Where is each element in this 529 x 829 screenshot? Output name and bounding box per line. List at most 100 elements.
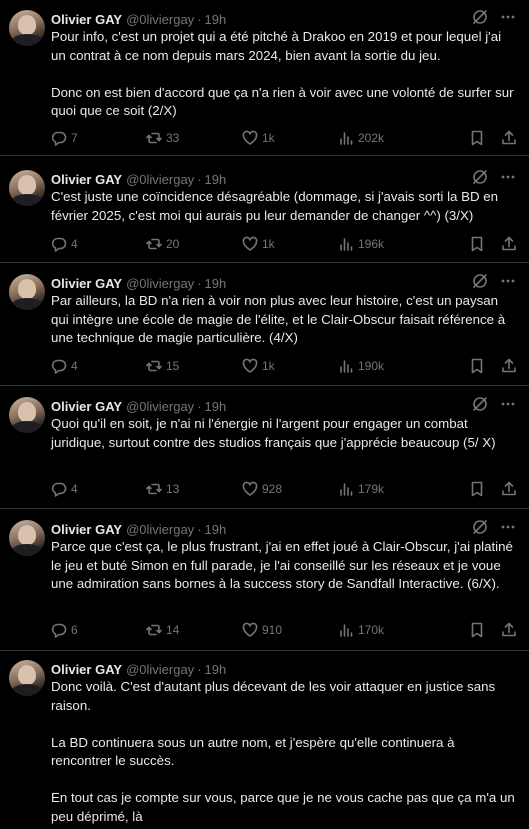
like-button[interactable]: 1k bbox=[242, 236, 338, 252]
avatar[interactable] bbox=[9, 520, 45, 556]
right-actions bbox=[453, 358, 517, 374]
grok-icon[interactable] bbox=[471, 168, 489, 186]
retweet-button[interactable]: 20 bbox=[146, 236, 242, 252]
reply-button[interactable]: 4 bbox=[51, 358, 146, 374]
share-icon[interactable] bbox=[501, 358, 517, 374]
like-button[interactable]: 1k bbox=[242, 358, 338, 374]
separator-dot: · bbox=[197, 398, 202, 414]
author-name[interactable]: Olivier GAY bbox=[51, 399, 122, 414]
divider bbox=[0, 385, 529, 386]
share-icon[interactable] bbox=[501, 481, 517, 497]
right-actions bbox=[453, 236, 517, 252]
author-name[interactable]: Olivier GAY bbox=[51, 662, 122, 677]
retweet-icon bbox=[146, 483, 162, 495]
reply-button[interactable]: 7 bbox=[51, 130, 146, 146]
tweet[interactable]: Olivier GAY @0livier­gay · 19h Pour info… bbox=[0, 0, 529, 154]
retweet-button[interactable]: 13 bbox=[146, 481, 242, 497]
bookmark-icon[interactable] bbox=[469, 130, 485, 146]
retweet-button[interactable]: 14 bbox=[146, 622, 242, 638]
retweet-button[interactable]: 15 bbox=[146, 358, 242, 374]
like-button[interactable]: 1k bbox=[242, 130, 338, 146]
avatar[interactable] bbox=[9, 397, 45, 433]
tweet[interactable]: Olivier GAY @0livier­gay · 19h Quoi qu'i… bbox=[0, 387, 529, 507]
separator-dot: · bbox=[197, 11, 202, 27]
tweet[interactable]: Olivier GAY @0livier­gay · 19h Par aille… bbox=[0, 264, 529, 384]
action-bar: 4 20 1k 196k bbox=[51, 234, 517, 254]
tweet-header: Olivier GAY @0livier­gay · 19h bbox=[51, 10, 226, 28]
timestamp[interactable]: 19h bbox=[205, 12, 227, 27]
divider bbox=[0, 155, 529, 156]
retweet-button[interactable]: 33 bbox=[146, 130, 242, 146]
tweet-paragraph: Par ailleurs, la BD n'a rien à voir non … bbox=[51, 293, 506, 345]
author-name[interactable]: Olivier GAY bbox=[51, 172, 122, 187]
tweet-text: Par ailleurs, la BD n'a rien à voir non … bbox=[51, 292, 517, 348]
like-button[interactable]: 928 bbox=[242, 481, 338, 497]
tweet-paragraph: Quoi qu'il en soit, je n'ai ni l'énergie… bbox=[51, 416, 496, 450]
tweet[interactable]: Olivier GAY @0livier­gay · 19h Parce que… bbox=[0, 510, 529, 650]
reply-count: 7 bbox=[71, 131, 78, 145]
tweet[interactable]: Olivier GAY @0livier­gay · 19h C'est jus… bbox=[0, 160, 529, 260]
reply-button[interactable]: 4 bbox=[51, 236, 146, 252]
views-button[interactable]: 202k bbox=[338, 130, 445, 146]
reply-button[interactable]: 6 bbox=[51, 622, 146, 638]
timestamp[interactable]: 19h bbox=[205, 662, 227, 677]
more-icon[interactable] bbox=[499, 272, 517, 290]
right-actions bbox=[453, 622, 517, 638]
reply-button[interactable]: 4 bbox=[51, 481, 146, 497]
author-handle[interactable]: @0livier­gay bbox=[126, 522, 194, 537]
tweet-paragraph: Donc voilà. C'est d'autant plus décevant… bbox=[51, 679, 496, 713]
views-button[interactable]: 179k bbox=[338, 481, 445, 497]
views-icon bbox=[340, 238, 353, 251]
avatar[interactable] bbox=[9, 274, 45, 310]
heart-icon bbox=[242, 481, 258, 496]
share-icon[interactable] bbox=[501, 622, 517, 638]
bookmark-icon[interactable] bbox=[469, 481, 485, 497]
bookmark-icon[interactable] bbox=[469, 622, 485, 638]
bookmark-icon[interactable] bbox=[469, 358, 485, 374]
like-button[interactable]: 910 bbox=[242, 622, 338, 638]
tweet[interactable]: Olivier GAY @0livier­gay · 19h Donc voil… bbox=[0, 650, 529, 829]
author-name[interactable]: Olivier GAY bbox=[51, 276, 122, 291]
separator-dot: · bbox=[197, 275, 202, 291]
share-icon[interactable] bbox=[501, 236, 517, 252]
share-icon[interactable] bbox=[501, 130, 517, 146]
retweet-icon bbox=[146, 360, 162, 372]
bookmark-icon[interactable] bbox=[469, 236, 485, 252]
tweet-header: Olivier GAY @0livier­gay · 19h bbox=[51, 520, 226, 538]
timestamp[interactable]: 19h bbox=[205, 276, 227, 291]
views-button[interactable]: 170k bbox=[338, 622, 445, 638]
author-handle[interactable]: @0livier­gay bbox=[126, 662, 194, 677]
author-handle[interactable]: @0livier­gay bbox=[126, 12, 194, 27]
author-name[interactable]: Olivier GAY bbox=[51, 12, 122, 27]
separator-dot: · bbox=[197, 661, 202, 677]
author-handle[interactable]: @0livier­gay bbox=[126, 399, 194, 414]
views-button[interactable]: 190k bbox=[338, 358, 445, 374]
reply-icon bbox=[51, 623, 67, 638]
reply-icon bbox=[51, 359, 67, 374]
more-icon[interactable] bbox=[499, 168, 517, 186]
view-count: 179k bbox=[358, 482, 385, 496]
more-icon[interactable] bbox=[499, 518, 517, 536]
avatar[interactable] bbox=[9, 10, 45, 46]
more-icon[interactable] bbox=[499, 8, 517, 26]
timestamp[interactable]: 19h bbox=[205, 399, 227, 414]
reply-icon bbox=[51, 237, 67, 252]
avatar[interactable] bbox=[9, 170, 45, 206]
timestamp[interactable]: 19h bbox=[205, 522, 227, 537]
like-count: 1k bbox=[262, 131, 275, 145]
grok-icon[interactable] bbox=[471, 395, 489, 413]
like-count: 928 bbox=[262, 482, 283, 496]
avatar[interactable] bbox=[9, 660, 45, 696]
author-handle[interactable]: @0livier­gay bbox=[126, 172, 194, 187]
tweet-text: C'est juste une coïncidence désagréable … bbox=[51, 188, 517, 225]
more-icon[interactable] bbox=[499, 395, 517, 413]
tweet-paragraph: Parce que c'est ça, le plus frustrant, j… bbox=[51, 539, 513, 591]
timestamp[interactable]: 19h bbox=[205, 172, 227, 187]
author-handle[interactable]: @0livier­gay bbox=[126, 276, 194, 291]
views-button[interactable]: 196k bbox=[338, 236, 445, 252]
grok-icon[interactable] bbox=[471, 8, 489, 26]
author-name[interactable]: Olivier GAY bbox=[51, 522, 122, 537]
separator-dot: · bbox=[197, 171, 202, 187]
grok-icon[interactable] bbox=[471, 272, 489, 290]
grok-icon[interactable] bbox=[471, 518, 489, 536]
